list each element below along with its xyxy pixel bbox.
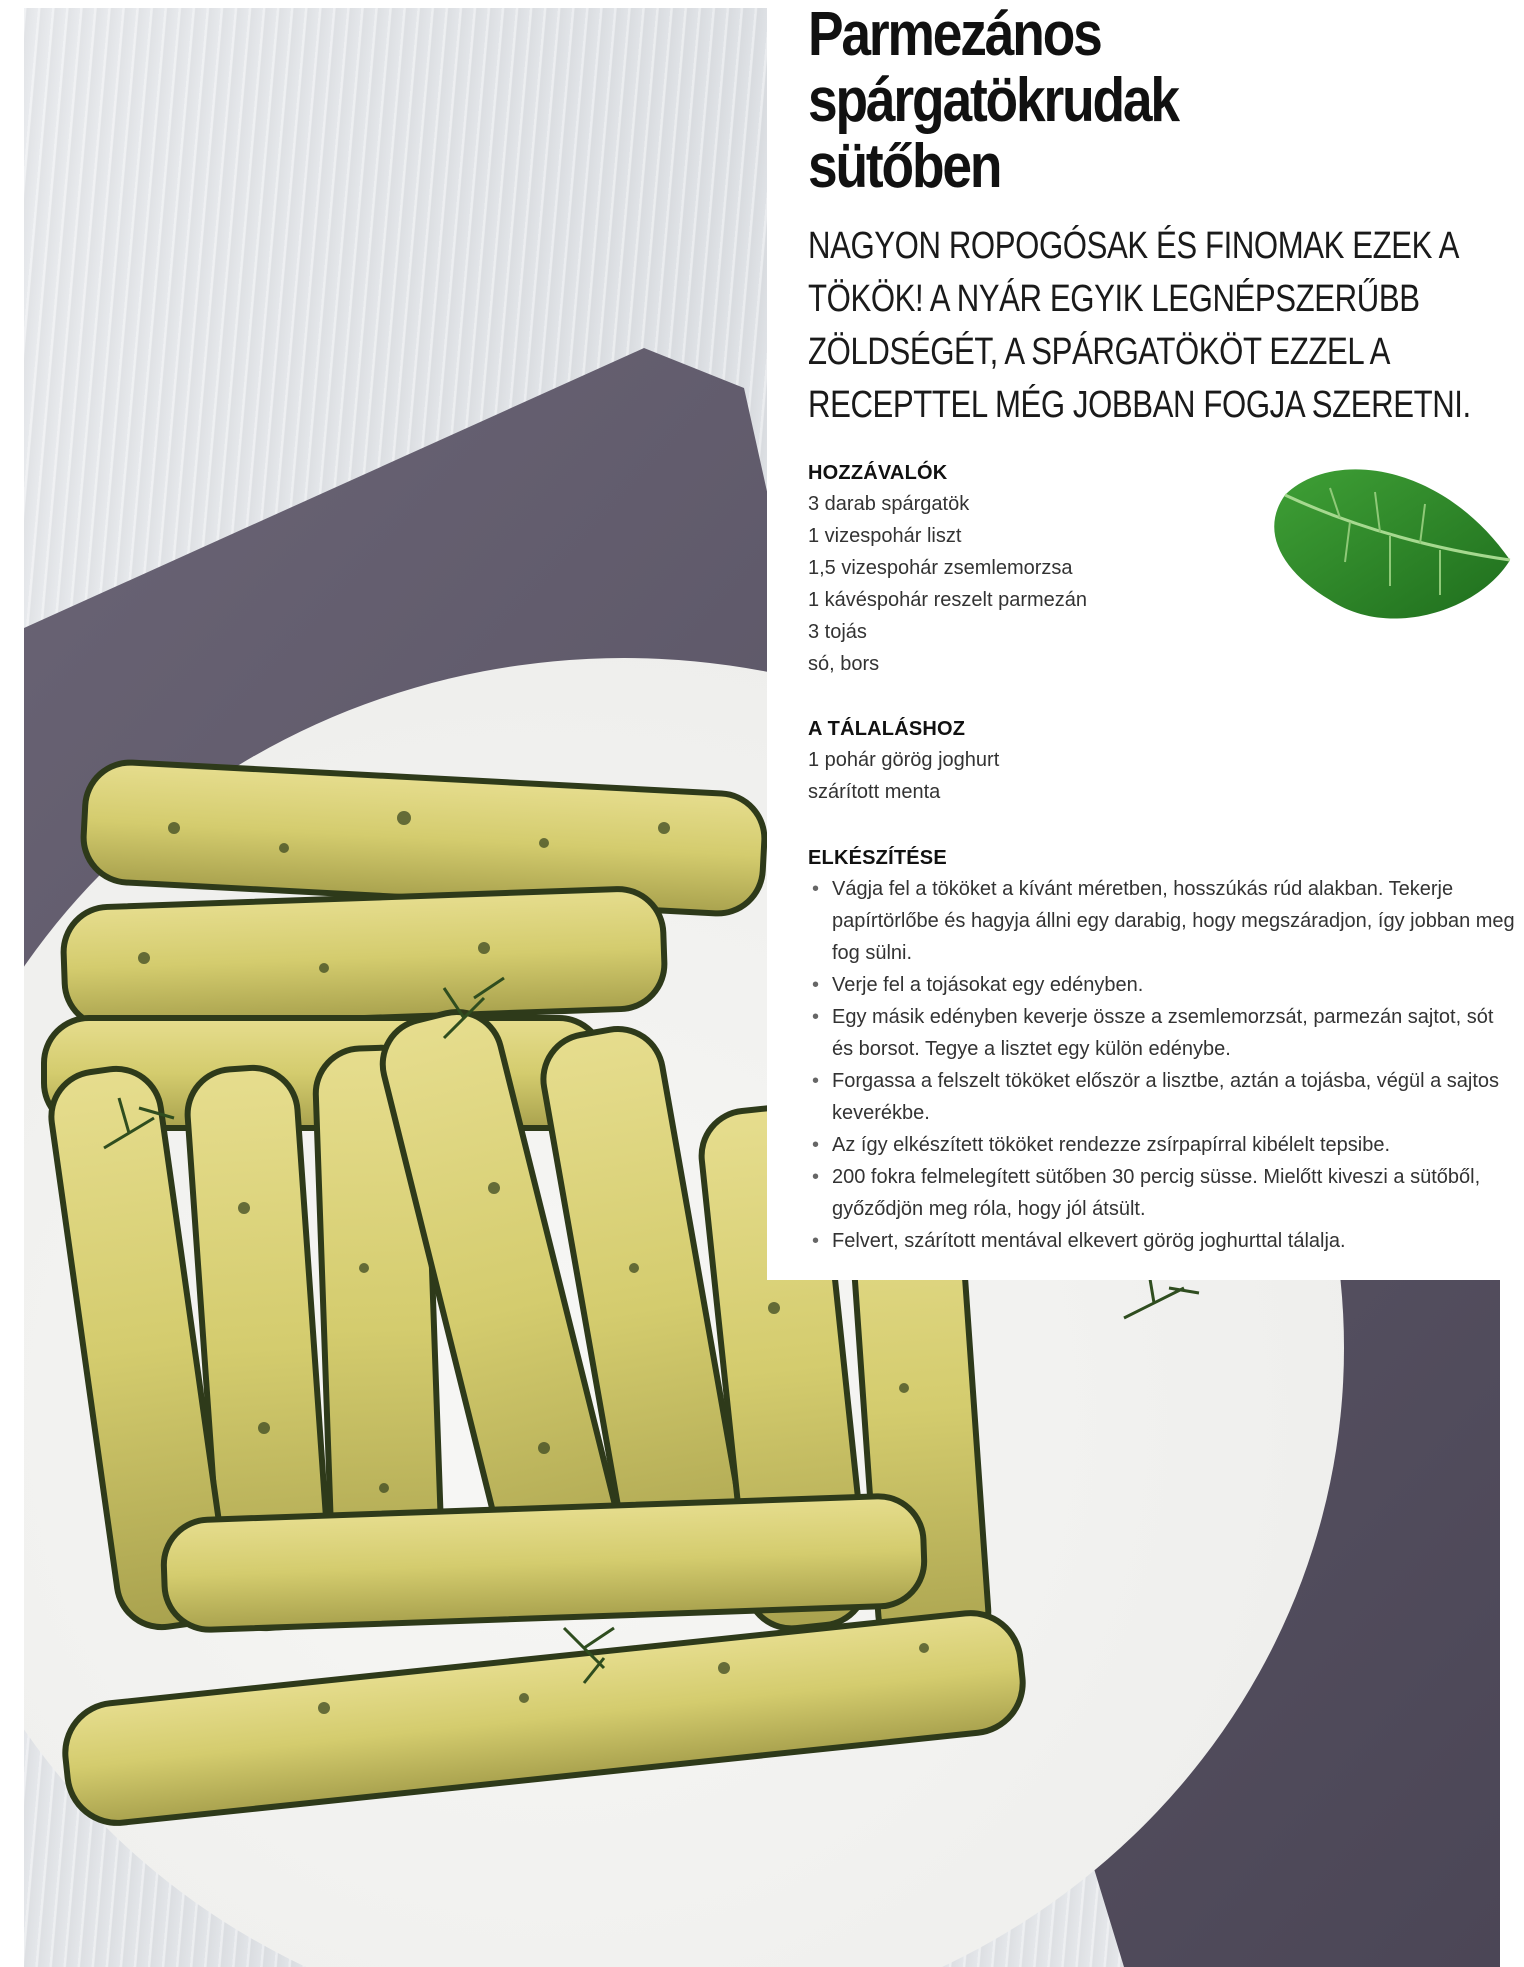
method-step-text: Forgassa a felszelt tököket először a li… <box>832 1070 1500 1124</box>
ingredient-item: só, bors <box>808 653 880 675</box>
ingredient-item: 1 kávéspohár reszelt parmezán <box>808 589 1088 611</box>
recipe-subtitle: NAGYON ROPOGÓSAK ÉS FINOMAK EZEK A TÖKÖK… <box>808 225 1471 426</box>
method-step: • Vágja fel a tököket a kívánt méretben, … <box>808 873 1520 969</box>
method-steps: • Vágja fel a tököket a kívánt méretben, … <box>808 873 1520 1257</box>
ingredient-item: 3 tojás <box>808 621 867 643</box>
ingredient-item: 1,5 vizespohár zsemlemorzsa <box>808 557 1073 579</box>
bullet-icon: • <box>812 1230 820 1252</box>
method-step: • 200 fokra felmelegített sütőben 30 perc… <box>808 1161 1520 1225</box>
ingredients-section: HOZZÁVALÓK 3 darab spárgatök 1 vizespohá… <box>808 458 1524 680</box>
method-step-text: Felvert, szárított mentával elkevert gör… <box>832 1230 1346 1252</box>
method-step-text: 200 fokra felmelegített sütőben 30 perci… <box>832 1166 1481 1220</box>
ingredient-item: 1 vizespohár liszt <box>808 525 962 547</box>
method-step: • Az így elkészített tököket rendezze zsí… <box>808 1129 1520 1161</box>
bullet-icon: • <box>812 1134 820 1156</box>
ingredients-heading: HOZZÁVALÓK <box>808 462 948 484</box>
method-step: • Verje fel a tojásokat egy edényben. <box>808 969 1520 1001</box>
serving-section: A TÁLALÁSHOZ 1 pohár görög joghurt szárí… <box>808 714 1524 808</box>
method-step-text: Verje fel a tojásokat egy edényben. <box>832 974 1144 996</box>
method-step-text: Egy másik edényben keverje össze a zseml… <box>832 1006 1494 1060</box>
method-step: • Egy másik edényben keverje össze a zsem… <box>808 1001 1520 1065</box>
ingredient-item: 3 darab spárgatök <box>808 493 970 515</box>
serving-item: szárított menta <box>808 781 941 803</box>
recipe-title: Parmezános spárgatökrudak sütőben <box>808 0 1180 201</box>
bullet-icon: • <box>812 1070 820 1092</box>
serving-heading: A TÁLALÁSHOZ <box>808 718 966 740</box>
bullet-icon: • <box>812 1166 820 1188</box>
method-step-text: Az így elkészített tököket rendezze zsír… <box>832 1134 1391 1156</box>
method-step: • Forgassa a felszelt tököket először a l… <box>808 1065 1520 1129</box>
method-section: ELKÉSZÍTÉSE • Vágja fel a tököket a kíván… <box>808 843 1520 1257</box>
bullet-icon: • <box>812 878 820 900</box>
serving-item: 1 pohár görög joghurt <box>808 749 1000 771</box>
method-step-text: Vágja fel a tököket a kívánt méretben, h… <box>832 878 1515 964</box>
method-heading: ELKÉSZÍTÉSE <box>808 847 947 869</box>
bullet-icon: • <box>812 1006 820 1028</box>
method-step: • Felvert, szárított mentával elkevert gö… <box>808 1225 1520 1257</box>
bullet-icon: • <box>812 974 820 996</box>
